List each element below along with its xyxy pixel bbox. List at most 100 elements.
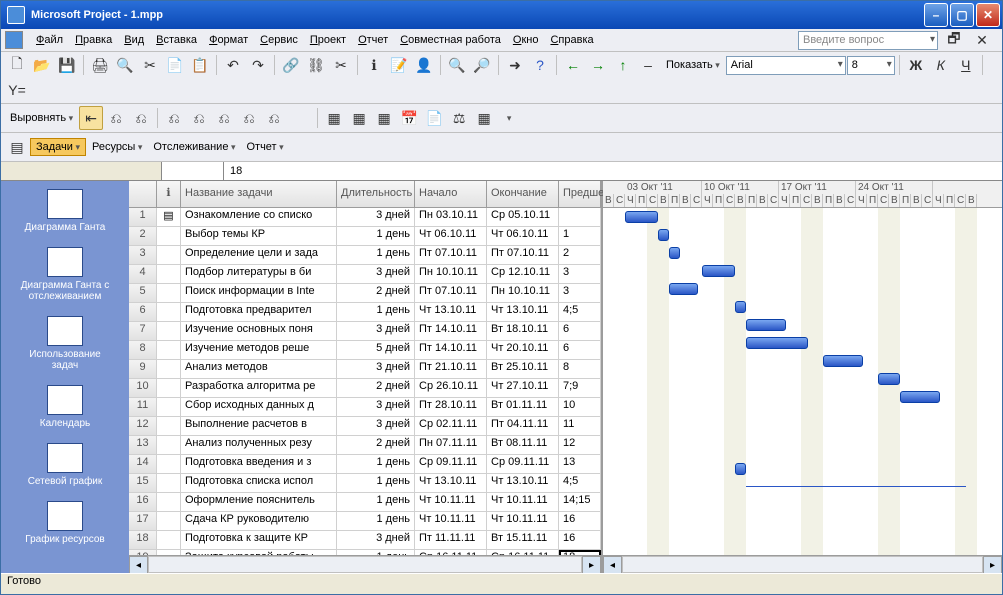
cell-duration[interactable]: 1 день [337,303,415,321]
cell-start[interactable]: Пт 28.10.11 [415,398,487,416]
gantt-bar[interactable] [669,283,698,295]
cell-end[interactable]: Чт 27.10.11 [487,379,559,397]
gantt-bar[interactable] [658,229,669,241]
table-row[interactable]: 8Изучение методов реше5 днейПт 14.10.11Ч… [129,341,601,360]
close-button[interactable]: ✕ [976,3,1000,27]
cell-end[interactable]: Вт 18.10.11 [487,322,559,340]
icon-2[interactable]: ⎌ [129,106,153,130]
cell-duration[interactable]: 1 день [337,512,415,530]
maximize-button[interactable]: ▢ [950,3,974,27]
cell-duration[interactable]: 2 дней [337,436,415,454]
cell-start[interactable]: Пт 07.10.11 [415,284,487,302]
col-info[interactable]: ℹ [157,181,181,207]
cell-duration[interactable]: 3 дней [337,531,415,549]
balance-icon[interactable]: ⚖ [447,106,471,130]
cell-end[interactable]: Чт 06.10.11 [487,227,559,245]
cell-name[interactable]: Анализ полученных резу [181,436,337,454]
table-row[interactable]: 12Выполнение расчетов в3 днейСр 02.11.11… [129,417,601,436]
gantt-bar[interactable] [900,391,940,403]
gantt-bar[interactable] [878,373,900,385]
row-number[interactable]: 11 [129,398,157,416]
cell-end[interactable]: Вт 15.11.11 [487,531,559,549]
cell-predecessors[interactable]: 12 [559,436,601,454]
view-item[interactable]: Календарь [40,385,90,429]
cell-start[interactable]: Чт 06.10.11 [415,227,487,245]
row-info[interactable] [157,341,181,359]
grid-hscroll[interactable]: ◂ ▸ [129,555,601,573]
cell-end[interactable]: Пт 07.10.11 [487,246,559,264]
open-icon[interactable]: 📂 [30,53,54,77]
cell-predecessors[interactable]: 2 [559,246,601,264]
gantt-body[interactable] [603,208,1002,555]
cell-name[interactable]: Подготовка к защите КР [181,531,337,549]
italic-button[interactable]: К [929,53,953,77]
icon-4[interactable]: ⎌ [187,106,211,130]
cell-end[interactable]: Пт 04.11.11 [487,417,559,435]
row-number[interactable]: 16 [129,493,157,511]
view-item[interactable]: Использованиезадач [29,316,100,371]
menu-справка[interactable]: Справка [544,32,599,48]
table-row[interactable]: 1▤Ознакомление со списко3 днейПн 03.10.1… [129,208,601,227]
grid2-icon[interactable]: ▦ [347,106,371,130]
gantt-hscroll[interactable]: ◂ ▸ [603,555,1002,573]
icon-6[interactable]: ⎌ [237,106,261,130]
goto-icon[interactable]: ➜ [503,53,527,77]
cell-predecessors[interactable]: 4;5 [559,474,601,492]
cell-start[interactable]: Чт 10.11.11 [415,512,487,530]
cell-duration[interactable]: 1 день [337,227,415,245]
row-number[interactable]: 13 [129,436,157,454]
table-row[interactable]: 7Изучение основных поня3 днейПт 14.10.11… [129,322,601,341]
new-icon[interactable]: 🗋 [5,53,29,77]
assign-icon[interactable]: 👤 [412,53,436,77]
col-end[interactable]: Окончание [487,181,559,207]
table-row[interactable]: 3Определение цели и зада1 деньПт 07.10.1… [129,246,601,265]
info-icon[interactable]: ℹ [362,53,386,77]
gantt-bar[interactable] [735,463,746,475]
menu-вид[interactable]: Вид [118,32,150,48]
cell-end[interactable]: Чт 10.11.11 [487,493,559,511]
cell-start[interactable]: Ср 09.11.11 [415,455,487,473]
row-info[interactable] [157,436,181,454]
paste-icon[interactable]: 📋 [188,53,212,77]
cell-predecessors[interactable]: 8 [559,360,601,378]
cell-name[interactable]: Подбор литературы в би [181,265,337,283]
arrow-right-icon[interactable]: → [586,53,610,77]
cell-name[interactable]: Анализ методов [181,360,337,378]
cell-predecessors[interactable]: 11 [559,417,601,435]
table-row[interactable]: 13Анализ полученных резу2 днейПн 07.11.1… [129,436,601,455]
row-info[interactable] [157,246,181,264]
menu-сервис[interactable]: Сервис [254,32,304,48]
table-row[interactable]: 5Поиск информации в Inte2 днейПт 07.10.1… [129,284,601,303]
table-row[interactable]: 18Подготовка к защите КР3 днейПт 11.11.1… [129,531,601,550]
row-info[interactable] [157,284,181,302]
col-start[interactable]: Начало [415,181,487,207]
cell-end[interactable]: Чт 13.10.11 [487,303,559,321]
calendar-icon[interactable]: 📅 [397,106,421,130]
row-number[interactable]: 14 [129,455,157,473]
row-number[interactable]: 8 [129,341,157,359]
cell-duration[interactable]: 1 день [337,455,415,473]
cell-start[interactable]: Пн 10.10.11 [415,265,487,283]
cell-predecessors[interactable]: 1 [559,227,601,245]
filter-icon[interactable]: Y= [5,78,29,102]
guide-tab-resources[interactable]: Ресурсы [87,139,147,155]
arrow-left-icon[interactable]: ← [561,53,585,77]
cell-name[interactable]: Определение цели и зада [181,246,337,264]
cell-start[interactable]: Чт 13.10.11 [415,303,487,321]
cell-end[interactable]: Чт 20.10.11 [487,341,559,359]
table-row[interactable]: 2Выбор темы КР1 деньЧт 06.10.11Чт 06.10.… [129,227,601,246]
table-row[interactable]: 16Оформление пояснитель1 деньЧт 10.11.11… [129,493,601,512]
guide-tab-report[interactable]: Отчет [241,139,288,155]
row-info[interactable] [157,265,181,283]
help-icon[interactable]: ? [528,53,552,77]
col-name[interactable]: Название задачи [181,181,337,207]
copy-icon[interactable]: 📄 [163,53,187,77]
cell-end[interactable]: Пн 10.10.11 [487,284,559,302]
gantt-bar[interactable] [669,247,680,259]
cell-predecessors[interactable]: 6 [559,322,601,340]
cell-duration[interactable]: 1 день [337,246,415,264]
cell-duration[interactable]: 3 дней [337,208,415,226]
gantt-bar[interactable] [735,301,746,313]
close-doc-icon[interactable]: ✕ [970,28,994,52]
table-row[interactable]: 6Подготовка предварител1 деньЧт 13.10.11… [129,303,601,322]
